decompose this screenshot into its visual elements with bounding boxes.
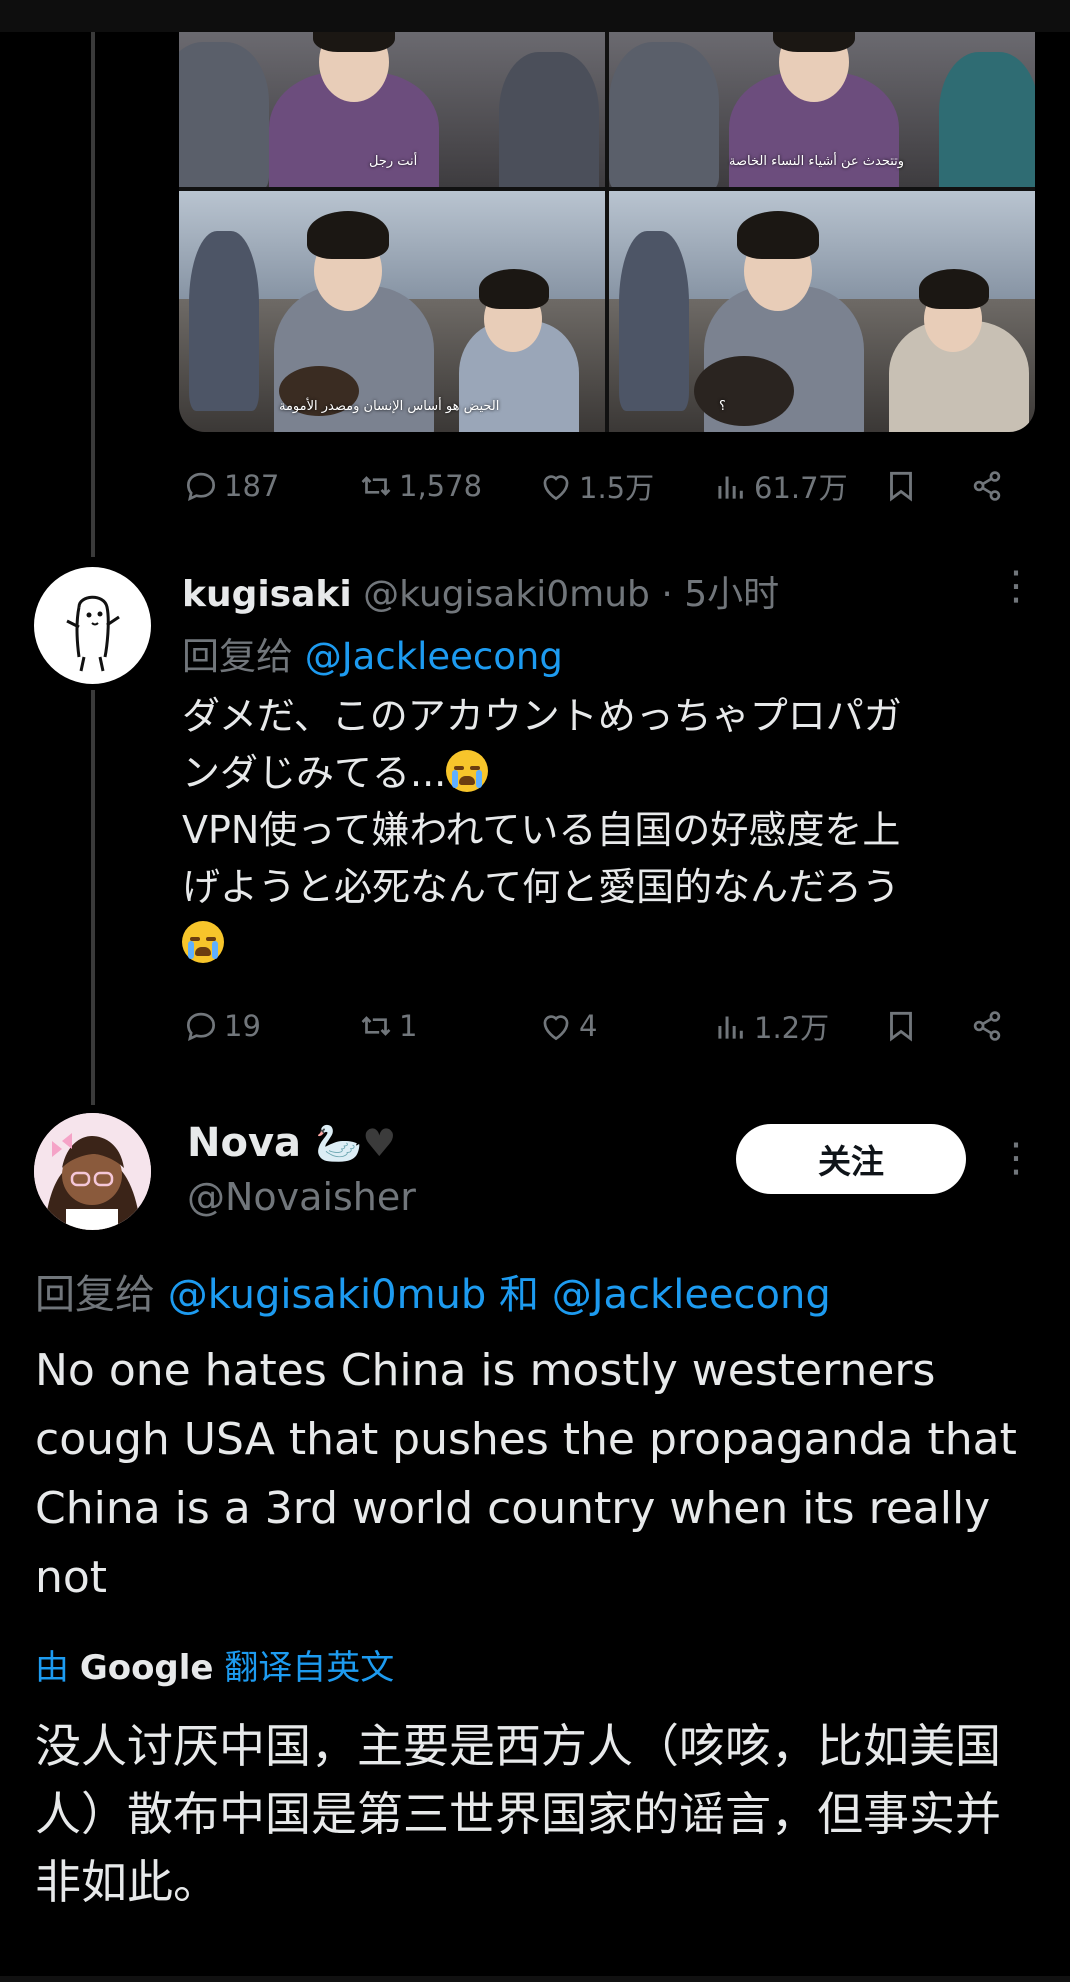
- reply2-text: No one hates China is mostly westerners …: [35, 1345, 1017, 1603]
- follow-button[interactable]: 关注: [736, 1124, 966, 1194]
- media-image-3[interactable]: الحيض هو أساس الإنسان ومصدر الأمومة: [179, 191, 605, 432]
- views-button[interactable]: 1.2万: [712, 1004, 829, 1048]
- mention-jackleecong[interactable]: @Jackleecong: [305, 635, 563, 678]
- reply-button[interactable]: 19: [182, 1004, 261, 1048]
- like-count: 1.5万: [579, 471, 655, 505]
- like-icon: [543, 475, 569, 501]
- reply-icon: [186, 1012, 216, 1042]
- translate-prefix: 由: [35, 1648, 69, 1688]
- translation-attribution[interactable]: 由 Google 翻译自英文: [35, 1640, 394, 1689]
- share-button[interactable]: [968, 464, 1006, 508]
- reply1-line3: VPN使って嫌われている自国の好感度を上: [182, 808, 901, 852]
- reply1-handle[interactable]: @kugisaki0mub: [363, 574, 650, 615]
- reply1-name[interactable]: kugisaki: [182, 574, 352, 615]
- retweet-icon: [361, 476, 391, 496]
- views-button[interactable]: 61.7万: [712, 464, 848, 508]
- reply1-line2-wrap: ンダじみてる...: [182, 745, 1022, 802]
- bookmark-button[interactable]: [882, 1004, 920, 1048]
- avatar-kugisaki[interactable]: [34, 567, 151, 684]
- reply1-line2: ンダじみてる...: [182, 751, 447, 795]
- more-icon[interactable]: ⋮: [996, 566, 1036, 606]
- reply-count: 19: [224, 1009, 261, 1043]
- media-image-2[interactable]: وتتحدث عن أشياء النساء الخاصة: [609, 32, 1035, 187]
- reply1-reply-to: 回复给 @Jackleecong: [182, 626, 563, 680]
- media-image-1[interactable]: أنت رجل: [179, 32, 605, 187]
- reply-and: 和: [499, 1272, 540, 1318]
- thread-line-top: [91, 32, 95, 557]
- views-icon: [718, 1016, 743, 1039]
- retweet-count: 1: [399, 1009, 418, 1043]
- tweet-media-grid[interactable]: أنت رجل وتتحدث عن أشياء النساء الخاصة ال…: [179, 32, 1035, 432]
- media-image-4[interactable]: ؟: [609, 191, 1035, 432]
- mention-jackleecong[interactable]: @Jackleecong: [552, 1272, 831, 1318]
- reply-prefix: 回复给: [182, 635, 293, 678]
- reply2-reply-to: 回复给 @kugisaki0mub 和 @Jackleecong: [35, 1262, 831, 1320]
- subtitle-3: الحيض هو أساس الإنسان ومصدر الأمومة: [279, 399, 500, 414]
- share-icon: [973, 471, 1001, 501]
- avatar-nova[interactable]: [34, 1113, 151, 1230]
- share-icon: [973, 1011, 1001, 1041]
- translate-suffix: 翻译自英文: [224, 1648, 395, 1688]
- reply1-line4: げようと必死なんて何と愛国的なんだろう: [182, 865, 900, 909]
- bottom-divider: [0, 1976, 1070, 1982]
- reply2-name-line[interactable]: Nova 🦢♥: [187, 1120, 396, 1166]
- reply-count: 187: [224, 469, 280, 503]
- reply-icon: [186, 472, 216, 502]
- views-count: 61.7万: [754, 471, 848, 505]
- status-bar: [0, 0, 1070, 32]
- google-logo: Google: [79, 1648, 214, 1688]
- like-icon: [543, 1015, 569, 1041]
- reply1-header: kugisaki @kugisaki0mub · 5小时: [182, 565, 779, 617]
- reply-prefix: 回复给: [35, 1272, 155, 1318]
- retweet-count: 1,578: [399, 469, 483, 503]
- reply1-action-bar: 19 1 4 1.2万: [182, 1004, 1022, 1048]
- like-button[interactable]: 4: [537, 1004, 597, 1048]
- subtitle-1: أنت رجل: [369, 154, 418, 169]
- retweet-button[interactable]: 1: [357, 1004, 417, 1048]
- retweet-button[interactable]: 1,578: [357, 464, 482, 508]
- reply2-translation: 没人讨厌中国，主要是西方人（咳咳，比如美国人）散布中国是第三世界国家的谣言，但事…: [35, 1719, 1001, 1909]
- reply1-text: ダメだ、このアカウントめっちゃプロパガ ンダじみてる... VPN使って嫌われて…: [182, 688, 1022, 973]
- black-heart-icon: ♥: [362, 1121, 397, 1165]
- reply1-line5: [182, 916, 1022, 973]
- swan-icon: 🦢: [314, 1121, 363, 1165]
- reply1-time: · 5小时: [661, 574, 780, 615]
- reply2-name[interactable]: Nova: [187, 1120, 301, 1166]
- anime-avatar-icon: [34, 1113, 151, 1230]
- bookmark-icon: [890, 1011, 912, 1042]
- like-count: 4: [579, 1009, 598, 1043]
- thread-line-middle: [91, 690, 95, 1105]
- subtitle-4: ؟: [719, 399, 726, 414]
- views-icon: [718, 476, 743, 499]
- reply1-line1: ダメだ、このアカウントめっちゃプロパガ: [182, 694, 902, 738]
- share-button[interactable]: [968, 1004, 1006, 1048]
- reply-button[interactable]: 187: [182, 464, 279, 508]
- subtitle-2: وتتحدث عن أشياء النساء الخاصة: [729, 154, 905, 169]
- bookmark-button[interactable]: [882, 464, 920, 508]
- retweet-icon: [361, 1016, 391, 1036]
- crying-face-icon: [446, 750, 489, 792]
- bookmark-icon: [890, 471, 912, 502]
- views-count: 1.2万: [754, 1011, 830, 1045]
- doodle-avatar-icon: [66, 595, 120, 672]
- crying-face-icon: [182, 921, 224, 963]
- reply2-handle[interactable]: @Novaisher: [187, 1175, 416, 1219]
- mention-kugisaki[interactable]: @kugisaki0mub: [168, 1272, 487, 1318]
- tweet-action-bar: 187 1,578 1.5万 61.7万: [182, 464, 1022, 508]
- more-icon[interactable]: ⋮: [996, 1138, 1036, 1178]
- like-button[interactable]: 1.5万: [537, 464, 654, 508]
